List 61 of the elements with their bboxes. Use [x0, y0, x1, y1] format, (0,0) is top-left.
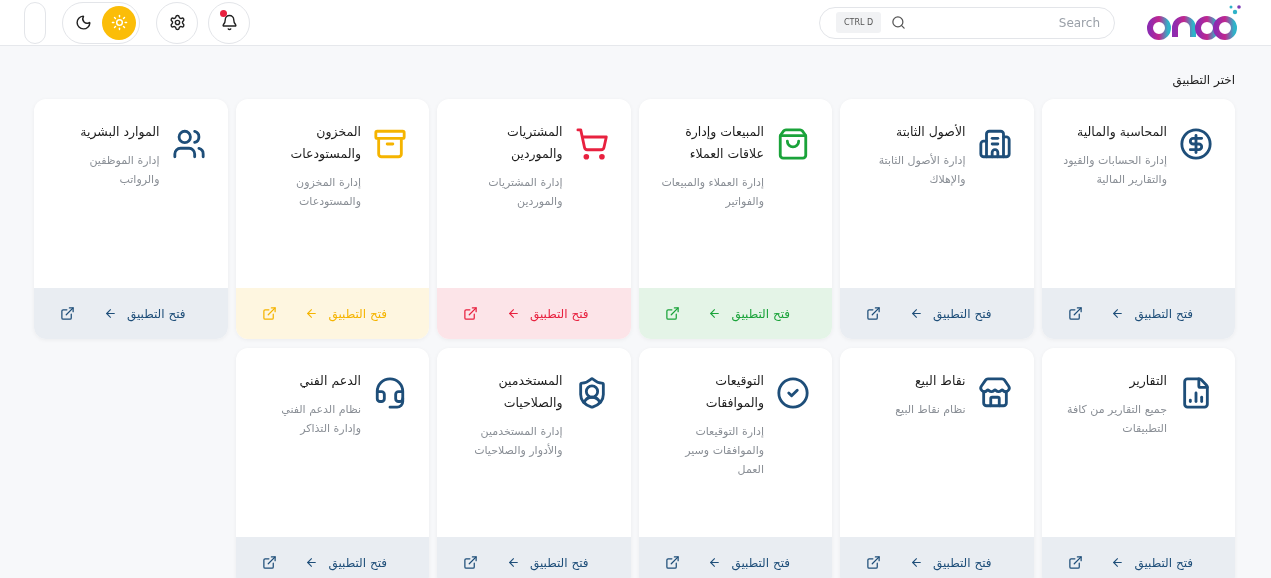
app-title: المخزون والمستودعات — [289, 123, 361, 164]
open-app-link[interactable]: فتح التطبيق — [1111, 306, 1193, 321]
arrow-icon — [1111, 307, 1125, 320]
app-title: المبيعات وإدارة علاقات العملاء — [684, 123, 764, 163]
arrow-icon — [103, 307, 117, 320]
app-title: الأصول الثابتة — [894, 123, 966, 142]
bell-icon — [220, 14, 238, 31]
app-description: إدارة العملاء والمبيعات والفواتير — [660, 175, 764, 210]
app-description: جميع التقارير من كافة التطبيقات — [1066, 402, 1167, 437]
arrow-icon — [909, 556, 923, 569]
app-description: إدارة المستخدمين والأدوار والصلاحيات — [473, 424, 563, 459]
app-description: إدارة المشتريات والموردين — [487, 175, 563, 210]
external-link-icon[interactable] — [60, 306, 75, 321]
app-description: إدارة المخزون والمستودعات — [295, 175, 361, 210]
moon-icon — [74, 14, 92, 31]
external-link-icon[interactable] — [1067, 555, 1083, 570]
shortcut-hint: CTRL D — [836, 12, 882, 33]
external-link-icon[interactable] — [1067, 306, 1083, 321]
notifications-button[interactable] — [208, 1, 250, 44]
app-description: إدارة الحسابات والقيود والتقارير المالية — [1063, 153, 1167, 188]
external-link-icon[interactable] — [463, 306, 478, 321]
app-description: إدارة الموظفين والرواتب — [88, 153, 160, 188]
app-title: التقارير — [1128, 372, 1167, 391]
app-description: إدارة الأصول الثابتة والإهلاك — [877, 152, 966, 188]
app-title: التوقيعات والموافقات — [704, 372, 764, 413]
open-app-link[interactable]: فتح التطبيق — [909, 306, 992, 321]
open-app-link[interactable]: فتح التطبيق — [909, 555, 992, 570]
open-app-link[interactable]: فتح التطبيق — [305, 555, 387, 570]
app-title: المحاسبة والمالية — [1076, 123, 1167, 142]
app-title: نقاط البيع — [913, 372, 966, 390]
external-link-icon[interactable] — [664, 555, 680, 570]
settings-button[interactable] — [156, 1, 198, 44]
arrow-icon — [1111, 556, 1125, 569]
open-app-link[interactable]: فتح التطبيق — [103, 306, 186, 321]
external-link-icon[interactable] — [866, 306, 881, 321]
app-title: المشتريات والموردين — [506, 123, 563, 164]
app-description: إدارة التوقيعات والموافقات وسير العمل — [683, 424, 764, 478]
arrow-icon — [506, 307, 520, 320]
arrow-icon — [909, 307, 923, 320]
arrow-icon — [708, 556, 722, 569]
section-heading: اختر التطبيق — [1172, 73, 1235, 87]
app-description: نظام الدعم الفني وإدارة التذاكر — [280, 402, 361, 437]
settings-icon — [168, 14, 186, 31]
app-title: الدعم الفني — [298, 372, 361, 390]
arrow-icon — [506, 556, 520, 569]
app-title: المستخدمين والصلاحيات — [497, 372, 563, 413]
arrow-icon — [305, 307, 319, 320]
arrow-icon — [708, 307, 722, 320]
open-app-link[interactable]: فتح التطبيق — [1111, 555, 1193, 570]
app-description: نظام نقاط البيع — [895, 402, 966, 418]
arrow-icon — [305, 556, 319, 569]
app-title: الموارد البشرية — [79, 123, 160, 142]
open-app-link[interactable]: فتح التطبيق — [708, 555, 790, 570]
search-field[interactable]: CTRL D Search — [819, 6, 1115, 39]
search-icon — [891, 15, 907, 30]
external-link-icon[interactable] — [866, 555, 881, 570]
open-app-link[interactable]: فتح التطبيق — [506, 306, 589, 321]
external-link-icon[interactable] — [463, 555, 478, 570]
sun-icon — [110, 14, 128, 31]
external-link-icon[interactable] — [261, 555, 277, 570]
open-app-link[interactable]: فتح التطبيق — [506, 555, 589, 570]
